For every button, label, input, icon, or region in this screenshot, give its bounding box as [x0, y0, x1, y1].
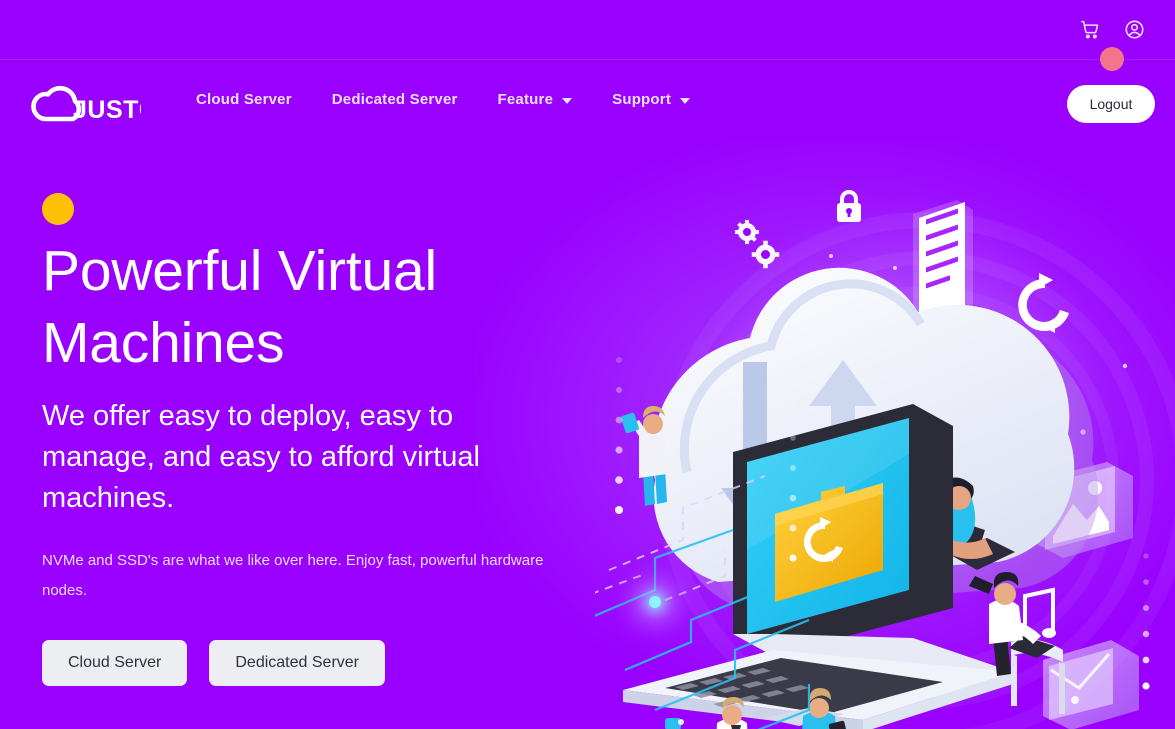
site-header: JUSTG Cloud Server Dedicated Server Feat… — [0, 60, 1175, 148]
account-icon[interactable] — [1123, 19, 1145, 41]
hero-illustration — [595, 150, 1175, 729]
logout-button[interactable]: Logout — [1067, 85, 1155, 123]
nav-label: Cloud Server — [196, 91, 292, 108]
avatar[interactable] — [1100, 47, 1124, 71]
cloud-server-button[interactable]: Cloud Server — [42, 639, 188, 686]
dedicated-server-button[interactable]: Dedicated Server — [209, 639, 385, 686]
page-title: Powerful Virtual Machines — [42, 239, 437, 375]
dot-column-right — [1142, 553, 1150, 690]
logo[interactable]: JUSTG — [16, 78, 158, 128]
dot-column-mid — [789, 405, 797, 562]
nav-item-feature[interactable]: Feature — [498, 91, 573, 108]
hero-section: Powerful Virtual Machines We offer easy … — [42, 193, 602, 686]
landing-page: JUSTG Cloud Server Dedicated Server Feat… — [0, 0, 1175, 729]
background-glow-inner — [695, 195, 1115, 615]
nav-label: Feature — [497, 91, 554, 108]
dot-column-left — [615, 357, 623, 514]
hero-subtitle: We offer easy to deploy, easy to manage,… — [42, 399, 480, 514]
cart-icon[interactable] — [1079, 19, 1101, 41]
logo-text: JUSTG — [73, 96, 141, 124]
chevron-down-icon — [680, 97, 691, 104]
hero-paragraph: NVMe and SSD's are what we like over her… — [42, 552, 544, 599]
nav-item-dedicated-server[interactable]: Dedicated Server — [332, 91, 458, 108]
nav-label: Support — [612, 91, 672, 108]
nav-item-cloud-server[interactable]: Cloud Server — [196, 91, 292, 108]
main-navigation: Cloud Server Dedicated Server Feature Su… — [196, 91, 691, 108]
nav-label: Dedicated Server — [331, 91, 458, 108]
hero-cta-row: Cloud Server Dedicated Server — [42, 639, 602, 686]
nav-item-support[interactable]: Support — [612, 91, 691, 108]
hero-accent-dot — [42, 193, 74, 225]
chevron-down-icon — [562, 97, 573, 104]
cloud-icon: JUSTG — [31, 85, 158, 124]
top-utility-bar — [0, 0, 1175, 60]
